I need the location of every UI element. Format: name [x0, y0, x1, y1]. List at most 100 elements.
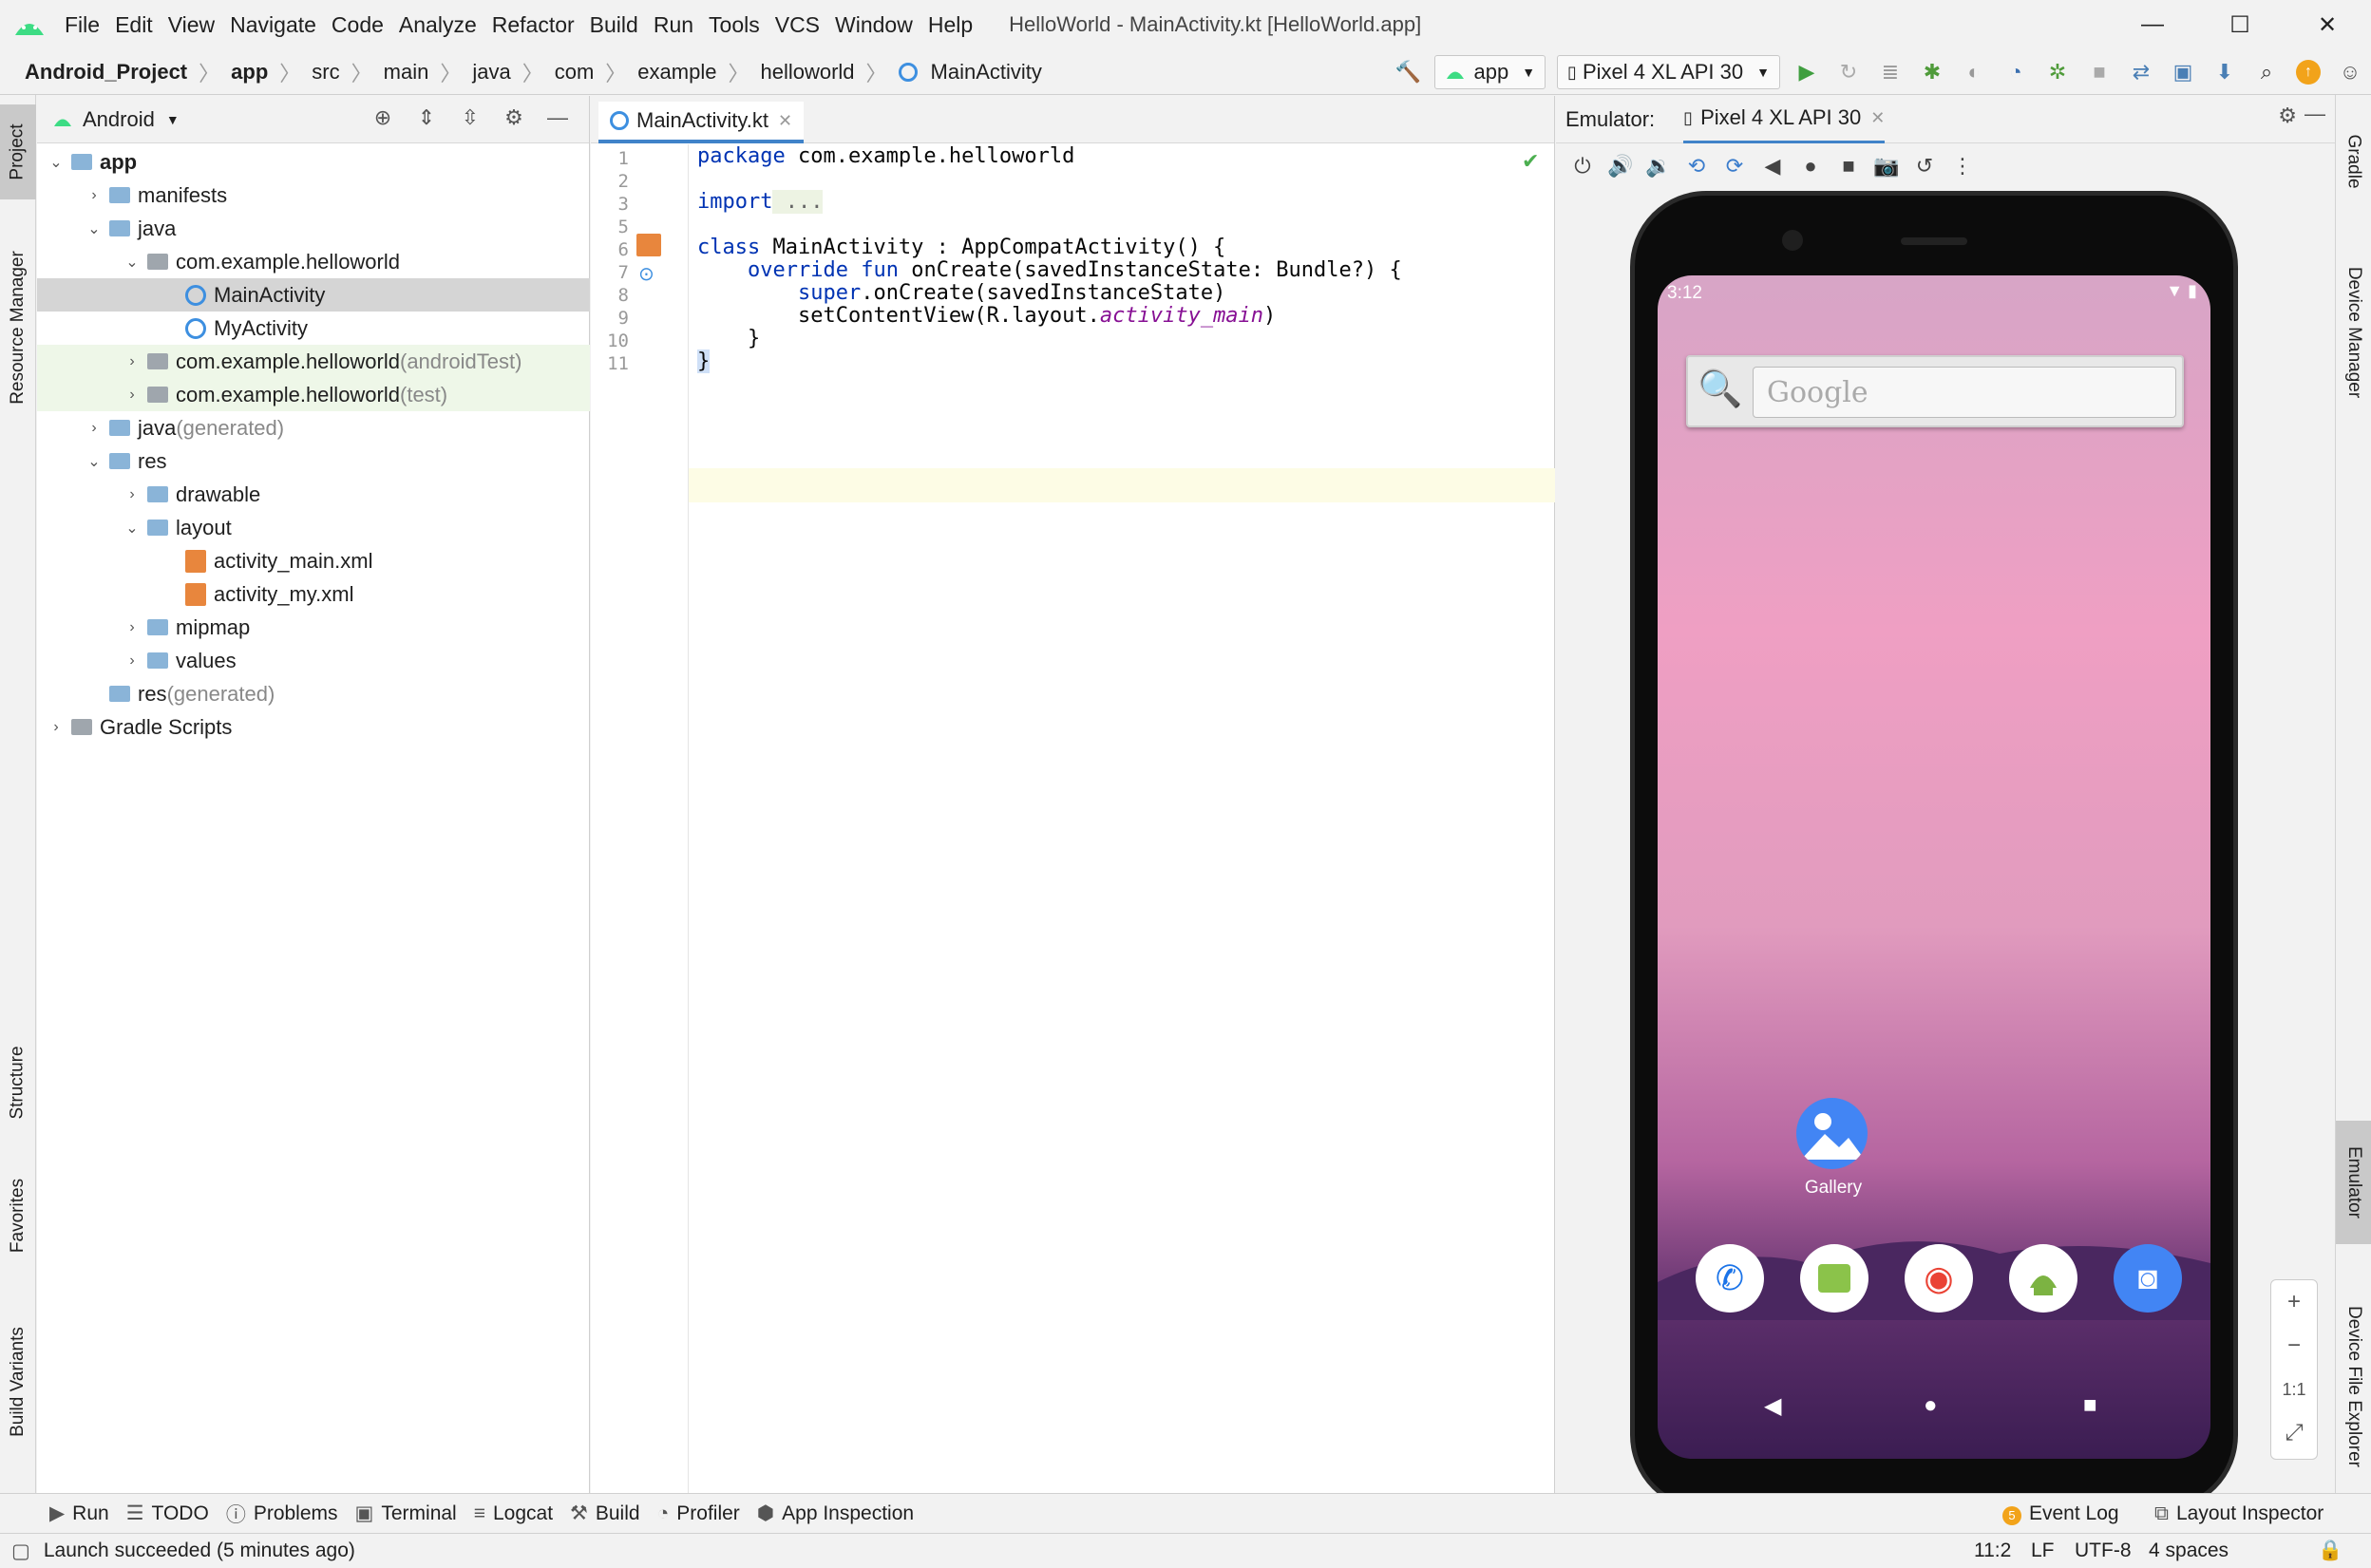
- gear-icon[interactable]: ⚙: [492, 105, 536, 130]
- device-screen[interactable]: 3:12 ▼ ▮ 🔍 Google Gallery ✆ ◉ ◙ ◀ ● ■: [1658, 275, 2210, 1459]
- apply-changes-icon[interactable]: ↻: [1828, 53, 1869, 91]
- tab-device-file-explorer[interactable]: Device File Explorer: [2336, 1273, 2371, 1501]
- apply-code-icon[interactable]: ≣: [1869, 53, 1911, 91]
- close-tab-icon[interactable]: ✕: [1870, 108, 1885, 128]
- tab-device-manager[interactable]: Device Manager: [2336, 237, 2371, 427]
- tree-node[interactable]: ⌄ layout: [37, 511, 590, 544]
- debug-process-icon[interactable]: ✲: [2037, 53, 2078, 91]
- snapshot-icon[interactable]: ↺: [1906, 154, 1944, 179]
- project-view-select[interactable]: Android ▼: [52, 107, 180, 132]
- overview-icon[interactable]: ■: [1830, 154, 1868, 179]
- tree-node[interactable]: › java (generated): [37, 411, 590, 444]
- rotate-left-icon[interactable]: ⟲: [1678, 154, 1716, 179]
- chevron-right-icon[interactable]: ›: [85, 187, 104, 204]
- zoom-out-button[interactable]: −: [2271, 1324, 2317, 1368]
- tree-node[interactable]: res (generated): [37, 677, 590, 710]
- tab-mainactivity-kt[interactable]: MainActivity.kt ✕: [598, 102, 805, 143]
- tree-node[interactable]: MainActivity: [37, 278, 590, 312]
- tree-node[interactable]: › com.example.helloworld (test): [37, 378, 590, 411]
- caret-position[interactable]: 11:2: [1974, 1540, 2011, 1562]
- zoom-fit-button[interactable]: ⤢: [2271, 1411, 2317, 1455]
- menu-help[interactable]: Help: [920, 0, 980, 49]
- tool-problems[interactable]: ⓘ Problems: [226, 1500, 338, 1528]
- menu-build[interactable]: Build: [582, 0, 646, 49]
- chevron-right-icon[interactable]: ›: [123, 387, 142, 404]
- camera-app-icon[interactable]: ◙: [2114, 1244, 2182, 1313]
- attach-debugger-icon[interactable]: ◐: [1953, 53, 1995, 91]
- tree-node[interactable]: › mipmap: [37, 611, 590, 644]
- breadcrumb-main[interactable]: main: [378, 60, 435, 85]
- zoom-in-button[interactable]: +: [2271, 1280, 2317, 1324]
- chevron-right-icon[interactable]: ›: [123, 486, 142, 503]
- tree-node[interactable]: MyActivity: [37, 312, 590, 345]
- menu-file[interactable]: File: [57, 0, 107, 49]
- menu-code[interactable]: Code: [324, 0, 391, 49]
- google-search-widget[interactable]: 🔍 Google: [1686, 355, 2184, 427]
- hide-icon[interactable]: —: [536, 105, 579, 130]
- nav-home-icon[interactable]: ●: [1924, 1392, 1938, 1419]
- sdk-manager-icon[interactable]: ⬇: [2204, 53, 2246, 91]
- rotate-right-icon[interactable]: ⟳: [1716, 154, 1754, 179]
- menu-analyze[interactable]: Analyze: [391, 0, 484, 49]
- breadcrumb-example[interactable]: example: [632, 60, 722, 85]
- update-icon[interactable]: ↑: [2287, 53, 2329, 91]
- tree-node[interactable]: ⌄ res: [37, 444, 590, 478]
- phone-app-icon[interactable]: ✆: [1696, 1244, 1764, 1313]
- chevron-right-icon[interactable]: ›: [123, 652, 142, 670]
- debug-icon[interactable]: ✱: [1911, 53, 1953, 91]
- chevron-right-icon[interactable]: ›: [85, 420, 104, 437]
- close-tab-icon[interactable]: ✕: [778, 111, 792, 131]
- volume-down-icon[interactable]: 🔉: [1640, 154, 1678, 179]
- chevron-right-icon[interactable]: ›: [123, 619, 142, 636]
- expand-all-icon[interactable]: ⇕: [405, 105, 448, 130]
- collapse-all-icon[interactable]: ⇳: [448, 105, 492, 130]
- menu-edit[interactable]: Edit: [107, 0, 161, 49]
- power-icon[interactable]: ⏻: [1564, 154, 1602, 179]
- menu-run[interactable]: Run: [646, 0, 701, 49]
- chevron-down-icon[interactable]: ⌄: [123, 253, 142, 272]
- file-encoding[interactable]: UTF-8: [2075, 1540, 2132, 1562]
- screenshot-icon[interactable]: 📷: [1868, 154, 1906, 179]
- menu-view[interactable]: View: [161, 0, 222, 49]
- tab-project[interactable]: Project: [0, 104, 36, 199]
- menu-tools[interactable]: Tools: [701, 0, 768, 49]
- messages-app-icon[interactable]: [1800, 1244, 1868, 1313]
- code-area[interactable]: package com.example.helloworld import ..…: [591, 144, 1555, 1493]
- menu-window[interactable]: Window: [827, 0, 920, 49]
- menu-navigate[interactable]: Navigate: [222, 0, 324, 49]
- breadcrumb-src[interactable]: src: [306, 60, 345, 85]
- device-select[interactable]: ▯ Pixel 4 XL API 30 ▼: [1557, 55, 1780, 89]
- sync-gradle-icon[interactable]: ⇄: [2120, 53, 2162, 91]
- gear-icon[interactable]: ⚙: [2278, 104, 2297, 128]
- hide-icon[interactable]: —: [2305, 102, 2325, 126]
- tree-node[interactable]: › com.example.helloworld (androidTest): [37, 345, 590, 378]
- home-icon[interactable]: ●: [1792, 154, 1830, 179]
- maximize-button[interactable]: ☐: [2196, 0, 2284, 49]
- search-input[interactable]: Google: [1753, 367, 2176, 418]
- chevron-right-icon[interactable]: ›: [123, 353, 142, 370]
- tab-gradle[interactable]: Gradle: [2336, 104, 2371, 218]
- more-icon[interactable]: ⋮: [1944, 154, 1982, 179]
- nav-recents-icon[interactable]: ■: [2083, 1392, 2097, 1419]
- tree-node[interactable]: ⌄ com.example.helloworld: [37, 245, 590, 278]
- menu-vcs[interactable]: VCS: [768, 0, 827, 49]
- tool-event-log[interactable]: 5 Event Log: [2002, 1502, 2119, 1525]
- tab-emulator[interactable]: Emulator: [2336, 1121, 2371, 1244]
- tree-node[interactable]: › manifests: [37, 179, 590, 212]
- zoom-actual-button[interactable]: 1:1: [2271, 1368, 2317, 1411]
- tab-structure[interactable]: Structure: [0, 1035, 36, 1130]
- gallery-icon[interactable]: [1796, 1098, 1868, 1169]
- nav-back-icon[interactable]: ◀: [1764, 1392, 1781, 1420]
- lock-icon[interactable]: 🔒: [2318, 1540, 2343, 1562]
- tab-resource-manager[interactable]: Resource Manager: [0, 228, 36, 427]
- chevron-down-icon[interactable]: ⌄: [47, 153, 66, 172]
- line-separator[interactable]: LF: [2031, 1540, 2055, 1562]
- profiler-icon[interactable]: ◔: [1995, 53, 2037, 91]
- tool-layout-inspector[interactable]: ⧉ Layout Inspector: [2154, 1502, 2324, 1525]
- back-icon[interactable]: ◀: [1754, 154, 1792, 179]
- tool-build[interactable]: ⚒ Build: [570, 1502, 640, 1525]
- tree-node[interactable]: › Gradle Scripts: [37, 710, 590, 744]
- tool-app-inspection[interactable]: ⬢ App Inspection: [757, 1502, 914, 1525]
- tool-todo[interactable]: ☰ TODO: [126, 1502, 209, 1525]
- chevron-down-icon[interactable]: ⌄: [85, 219, 104, 238]
